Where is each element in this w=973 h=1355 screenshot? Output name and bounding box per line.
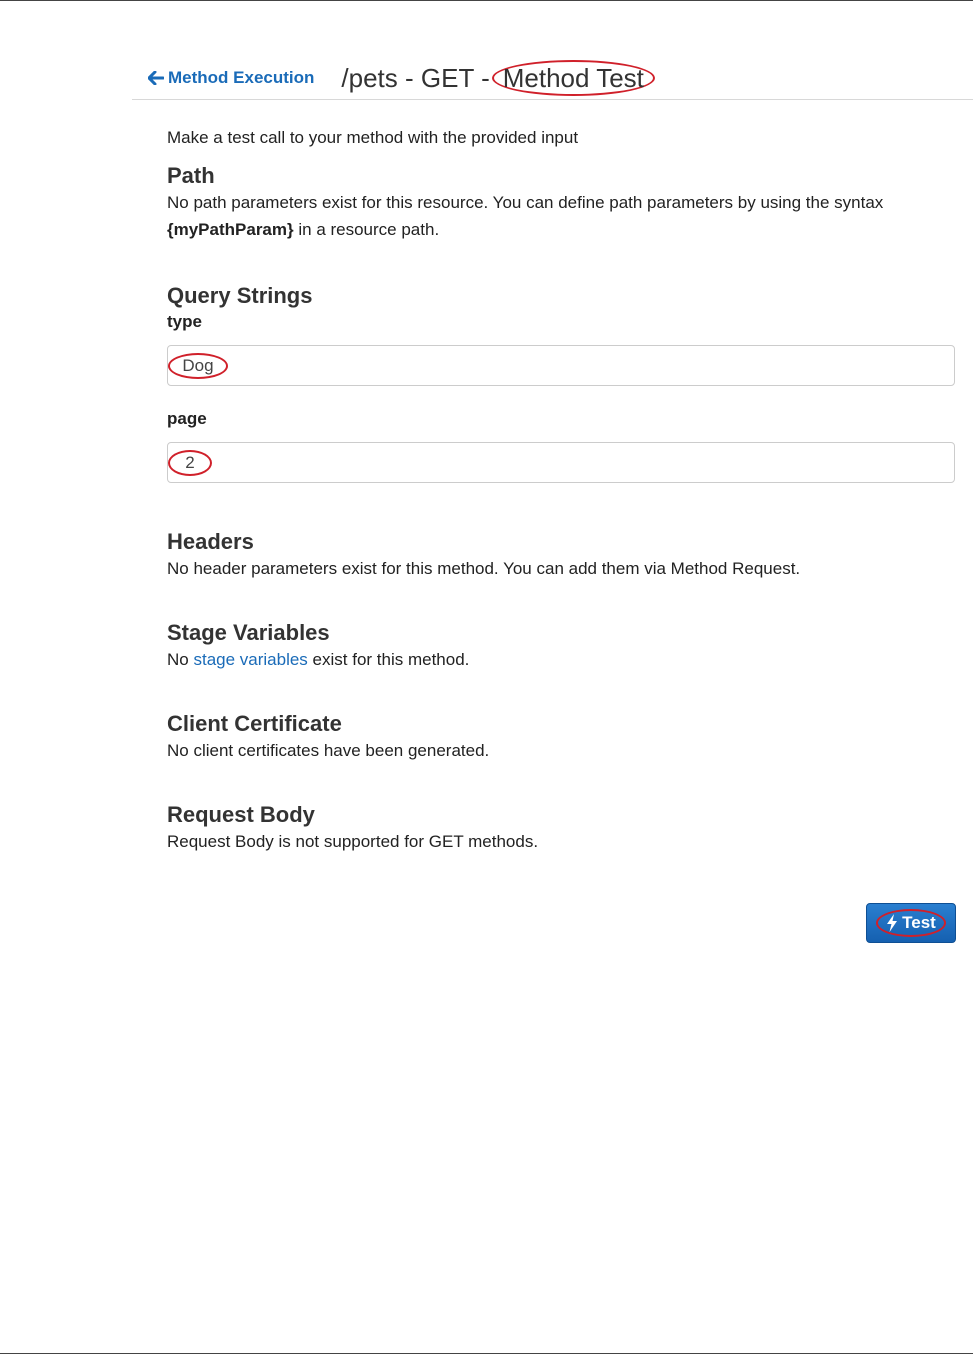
type-field-label: type [167, 312, 202, 331]
path-section-title: Path [167, 163, 215, 188]
test-button-highlight: Test [876, 909, 946, 937]
path-section-text: No path parameters exist for this resour… [167, 189, 957, 243]
path-section: Path No path parameters exist for this r… [167, 163, 957, 243]
test-button[interactable]: Test [866, 903, 956, 943]
client-certificate-text: No client certificates have been generat… [167, 741, 490, 760]
path-text-before: No path parameters exist for this resour… [167, 193, 884, 212]
back-link-label: Method Execution [168, 68, 315, 87]
bolt-icon [887, 914, 898, 932]
page-title: /pets - GET - Method Test [341, 60, 655, 96]
method-test-form: Make a test call to your method with the… [167, 126, 957, 855]
page-input-value: 2 [168, 450, 212, 476]
path-text-after: in a resource path. [298, 220, 440, 239]
request-body-section: Request Body Request Body is not support… [167, 802, 957, 855]
type-input[interactable]: Dog [167, 345, 955, 386]
client-certificate-section: Client Certificate No client certificate… [167, 711, 957, 764]
request-body-text: Request Body is not supported for GET me… [167, 832, 539, 851]
bottom-border [0, 1353, 973, 1354]
request-body-title: Request Body [167, 802, 315, 827]
page-input[interactable]: 2 [167, 442, 955, 483]
stage-variables-link[interactable]: stage variables [193, 650, 307, 669]
page-title-prefix: /pets - GET - [341, 62, 490, 93]
type-input-value: Dog [168, 353, 228, 379]
test-button-label: Test [902, 913, 936, 932]
headers-title: Headers [167, 529, 254, 554]
query-strings-title: Query Strings [167, 283, 313, 308]
page-title-highlight: Method Test [491, 60, 655, 96]
stage-text-after: exist for this method. [312, 650, 470, 669]
page-field-label: page [167, 409, 207, 428]
arrow-left-icon [148, 71, 164, 85]
stage-text-before: No [167, 650, 189, 669]
stage-variables-text: No stage variables exist for this method… [167, 646, 957, 673]
headers-text: No header parameters exist for this meth… [167, 559, 801, 578]
top-border [0, 0, 973, 1]
path-syntax: {myPathParam} [167, 220, 294, 239]
page-header: Method Execution /pets - GET - Method Te… [148, 60, 655, 96]
back-to-method-execution-link[interactable]: Method Execution [148, 68, 314, 88]
stage-variables-section: Stage Variables No stage variables exist… [167, 620, 957, 673]
client-certificate-title: Client Certificate [167, 711, 342, 736]
intro-text: Make a test call to your method with the… [167, 128, 579, 147]
query-strings-section: Query Strings type Dog page 2 [167, 283, 957, 483]
headers-section: Headers No header parameters exist for t… [167, 529, 957, 582]
stage-variables-title: Stage Variables [167, 620, 330, 645]
header-divider [132, 99, 973, 100]
